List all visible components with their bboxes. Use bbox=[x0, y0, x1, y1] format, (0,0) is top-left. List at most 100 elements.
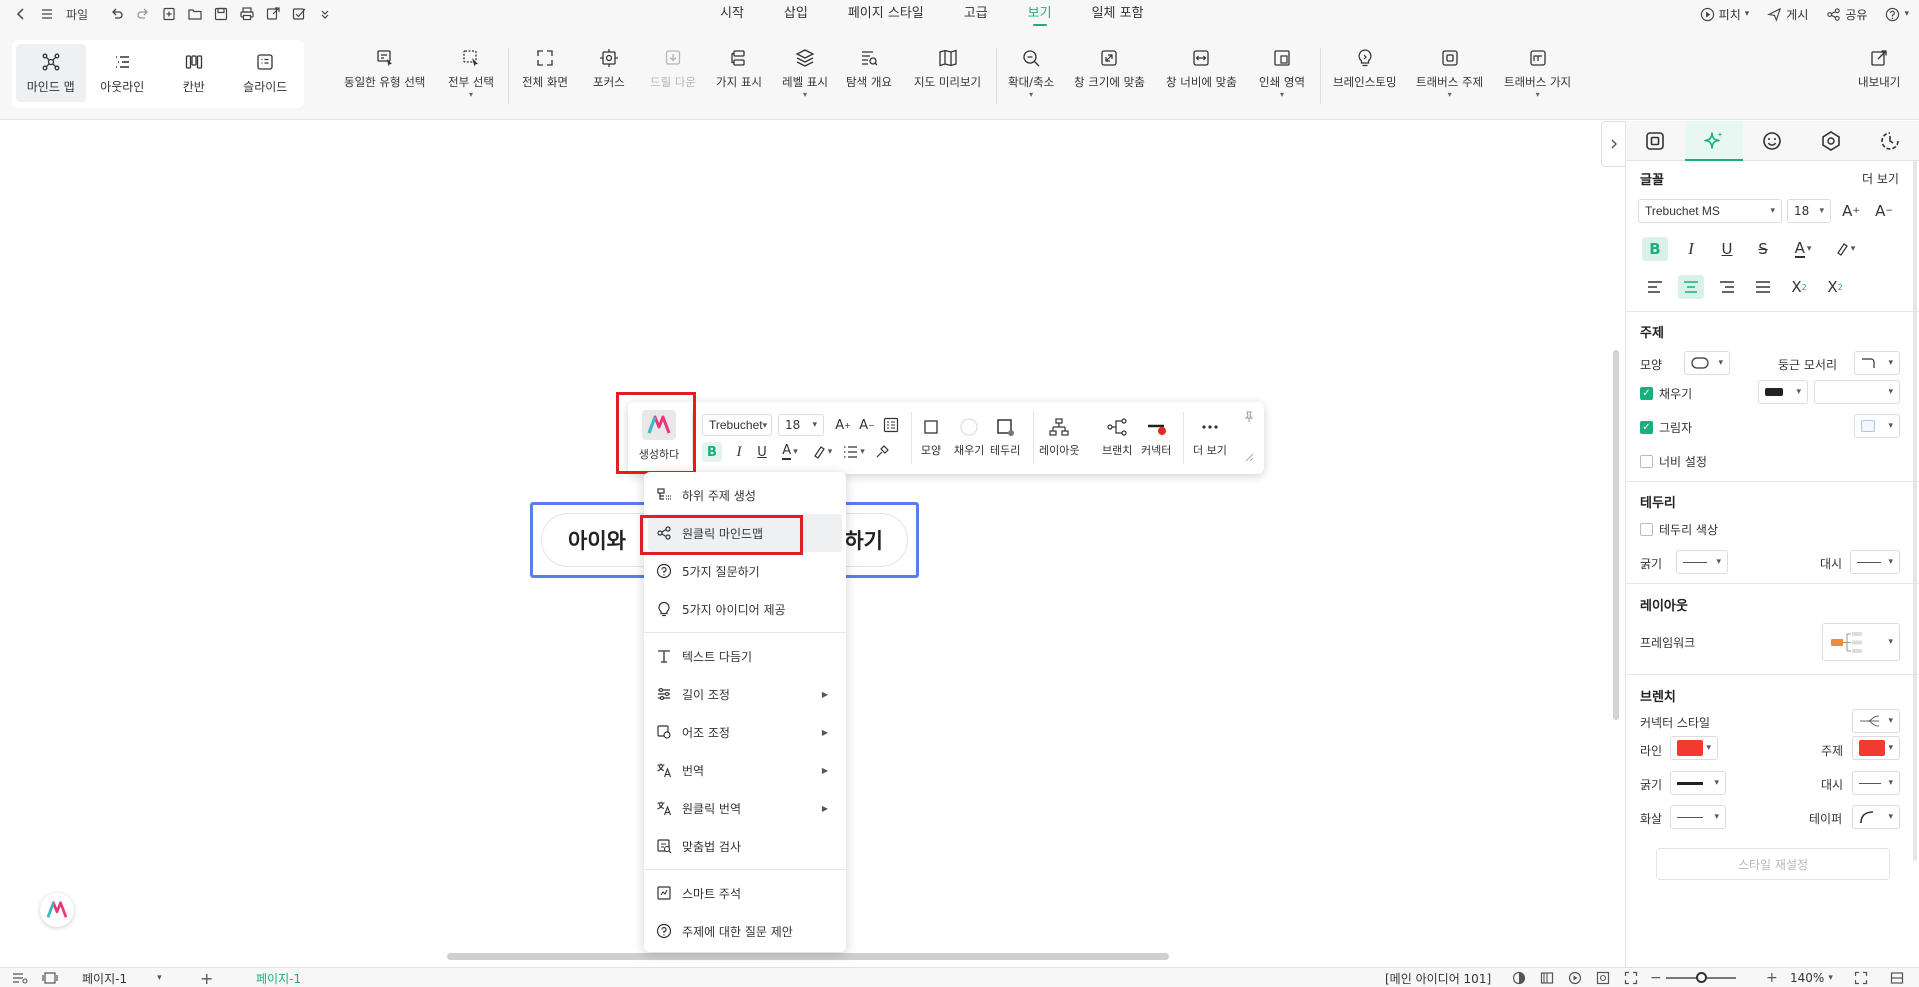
zoom-level-select[interactable]: 140% ▾ bbox=[1790, 968, 1833, 987]
panel-font-color-icon[interactable]: A ▾ bbox=[1786, 237, 1820, 261]
align-center-icon[interactable] bbox=[1678, 275, 1704, 299]
zoom-out-button[interactable]: − bbox=[1650, 968, 1662, 987]
panel-bold-icon[interactable]: B bbox=[1642, 237, 1668, 261]
branch-thickness-select[interactable]: ▾ bbox=[1670, 771, 1726, 795]
panel-font-shrink-icon[interactable]: A − bbox=[1871, 199, 1897, 223]
connector-style-select[interactable]: ▾ bbox=[1852, 709, 1900, 733]
traverse-branch-button[interactable]: 트래버스 가지 ▾ bbox=[1504, 48, 1571, 99]
tab-view[interactable]: 보기 bbox=[1008, 0, 1072, 28]
shadow-color-select[interactable]: ▾ bbox=[1854, 414, 1900, 438]
select-same-type-button[interactable]: 동일한 유형 선택 bbox=[344, 48, 425, 90]
panel-highlighter-icon[interactable]: ▾ bbox=[1828, 237, 1862, 261]
menu-item-five-ideas[interactable]: 5가지 아이디어 제공 bbox=[644, 590, 846, 628]
list-icon[interactable]: ▾ bbox=[840, 442, 868, 462]
tab-sticker[interactable] bbox=[1743, 121, 1802, 161]
fullscreen-button[interactable]: 전체 화면 bbox=[522, 48, 568, 90]
border-dash-select[interactable]: ▾ bbox=[1850, 550, 1900, 574]
task-check-icon[interactable] bbox=[288, 3, 310, 25]
menu-item-smart-note[interactable]: 스마트 주석 bbox=[644, 874, 846, 912]
traverse-topic-button[interactable]: 트래버스 주제 ▾ bbox=[1416, 48, 1483, 99]
panel-toggle-icon[interactable] bbox=[1890, 968, 1904, 987]
menu-item-adjust-tone[interactable]: 어조 조정 ▶ bbox=[644, 713, 846, 751]
panel-scrollbar[interactable] bbox=[1913, 161, 1917, 861]
tab-ai-sparkle[interactable] bbox=[1684, 121, 1744, 161]
connector-button[interactable]: 커넥터 bbox=[1141, 416, 1171, 458]
shape-select[interactable]: ▾ bbox=[1684, 351, 1730, 375]
tab-style[interactable] bbox=[1626, 121, 1685, 161]
redo-icon[interactable] bbox=[132, 3, 154, 25]
menu-item-refine-text[interactable]: 텍스트 다듬기 bbox=[644, 637, 846, 675]
text-style-icon[interactable] bbox=[882, 415, 900, 435]
map-preview-button[interactable]: 지도 미리보기 bbox=[914, 48, 981, 90]
print-area-button[interactable]: 인쇄 영역 ▾ bbox=[1259, 48, 1305, 99]
view-outline-button[interactable]: 아웃라인 bbox=[88, 44, 158, 102]
view-kanban-button[interactable]: 칸반 bbox=[159, 44, 229, 102]
outline-toggle-icon[interactable] bbox=[12, 968, 28, 987]
share-button[interactable]: 공유 bbox=[1826, 6, 1867, 23]
fill-color-select[interactable]: ▾ bbox=[1758, 380, 1808, 404]
border-button[interactable]: 테두리 bbox=[990, 416, 1020, 458]
fit-screen-icon[interactable] bbox=[1854, 968, 1868, 987]
file-menu[interactable]: 파일 bbox=[62, 3, 92, 25]
publish-button[interactable]: 게시 bbox=[1767, 6, 1808, 23]
fullscreen-icon[interactable] bbox=[1624, 971, 1638, 985]
hamburger-icon[interactable] bbox=[36, 3, 58, 25]
font-color-icon[interactable]: A ▾ bbox=[776, 442, 804, 462]
help-button[interactable]: ▾ bbox=[1885, 7, 1909, 22]
menu-item-one-click-mindmap[interactable]: 원클릭 마인드맵 bbox=[648, 514, 842, 552]
page-view-icon[interactable] bbox=[42, 968, 58, 987]
add-page-button[interactable]: + bbox=[200, 968, 213, 987]
traverse-branch-caret[interactable]: ▾ bbox=[1536, 91, 1540, 99]
more-link[interactable]: 더 보기 bbox=[1862, 170, 1899, 187]
shadow-checkbox[interactable]: ✓ bbox=[1640, 421, 1653, 434]
menu-item-spellcheck[interactable]: 맞춤법 검사 bbox=[644, 827, 846, 865]
zoom-button[interactable]: 확대/축소 ▾ bbox=[1008, 48, 1054, 99]
brainstorming-button[interactable]: 브레인스토밍 bbox=[1333, 48, 1396, 90]
menu-item-adjust-length[interactable]: 길이 조정 ▶ bbox=[644, 675, 846, 713]
width-checkbox[interactable] bbox=[1640, 455, 1653, 468]
tab-page-style[interactable]: 페이지 스타일 bbox=[828, 0, 944, 28]
italic-icon[interactable]: I bbox=[729, 442, 749, 462]
shape-button[interactable]: 모양 bbox=[920, 416, 942, 458]
align-right-icon[interactable] bbox=[1714, 275, 1740, 299]
fill-gradient-select[interactable]: ▾ bbox=[1814, 380, 1900, 404]
superscript-icon[interactable]: X2 bbox=[1786, 275, 1812, 299]
navigation-outline-button[interactable]: 탐색 개요 bbox=[846, 48, 892, 90]
fill-button[interactable]: 채우기 bbox=[954, 416, 984, 458]
fit-width-button[interactable]: 창 너비에 맞춤 bbox=[1166, 48, 1237, 90]
subscript-icon[interactable]: X2 bbox=[1822, 275, 1848, 299]
menu-item-five-questions[interactable]: 5가지 질문하기 bbox=[644, 552, 846, 590]
tab-ai[interactable]: 일체 포함 bbox=[1072, 0, 1164, 28]
show-branch-button[interactable]: 가지 표시 bbox=[716, 48, 762, 90]
panel-font-grow-icon[interactable]: A + bbox=[1838, 199, 1864, 223]
view-mindmap-button[interactable]: 마인드 맵 bbox=[16, 44, 86, 102]
menu-item-subtopic[interactable]: 하위 주제 생성 bbox=[644, 476, 846, 514]
underline-icon[interactable]: U bbox=[752, 442, 772, 462]
tab-history[interactable] bbox=[1860, 121, 1919, 161]
pin-icon[interactable] bbox=[1242, 410, 1256, 424]
line-color-select[interactable]: ▾ bbox=[1670, 736, 1718, 760]
tab-theme[interactable] bbox=[1802, 121, 1861, 161]
justify-icon[interactable] bbox=[1750, 275, 1776, 299]
select-all-button[interactable]: 전부 선택 ▾ bbox=[448, 48, 494, 99]
menu-item-suggest-questions[interactable]: 주제에 대한 질문 제안 bbox=[644, 912, 846, 950]
theme-icon[interactable] bbox=[1512, 971, 1526, 985]
focus-frame-icon[interactable] bbox=[1596, 971, 1610, 985]
framework-select[interactable]: ▾ bbox=[1822, 623, 1900, 661]
more-dropdown-icon[interactable] bbox=[314, 3, 336, 25]
show-level-button[interactable]: 레벨 표시 ▾ bbox=[782, 48, 828, 99]
print-area-caret[interactable]: ▾ bbox=[1280, 91, 1284, 99]
layout-button[interactable]: 레이아웃 bbox=[1039, 416, 1079, 458]
undo-icon[interactable] bbox=[106, 3, 128, 25]
back-icon[interactable] bbox=[10, 3, 32, 25]
zoom-slider-handle[interactable] bbox=[1696, 972, 1707, 983]
bold-icon[interactable]: B bbox=[702, 442, 722, 462]
drill-down-button[interactable]: 드릴 다운 bbox=[650, 48, 696, 90]
panel-underline-icon[interactable]: U bbox=[1714, 237, 1740, 261]
print-icon[interactable] bbox=[236, 3, 258, 25]
highlighter-icon[interactable]: ▾ bbox=[808, 442, 836, 462]
topic-color-select[interactable]: ▾ bbox=[1852, 736, 1900, 760]
export-button[interactable]: 내보내기 bbox=[1858, 48, 1900, 90]
branch-button[interactable]: 브랜치 bbox=[1102, 416, 1132, 458]
tab-insert[interactable]: 삽입 bbox=[764, 0, 828, 28]
